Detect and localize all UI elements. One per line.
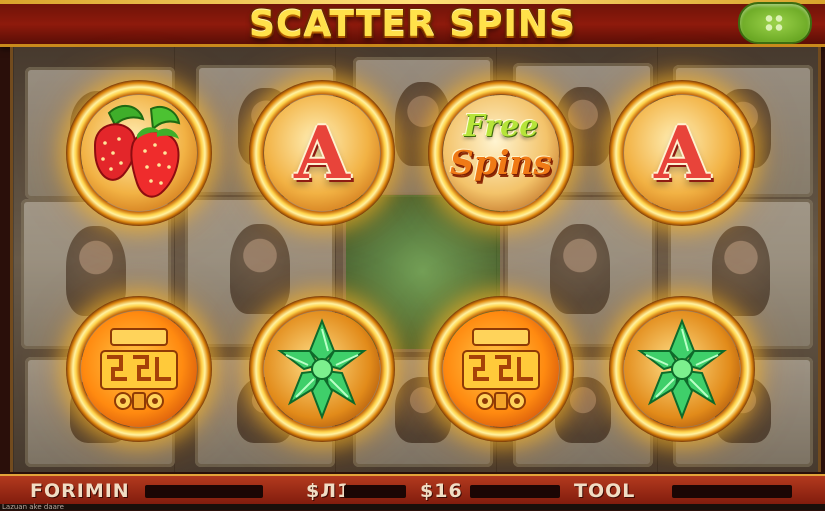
free-label: Free (463, 109, 539, 144)
symbol-strawberry (66, 80, 212, 226)
symbol-green-gem (609, 296, 755, 442)
bottom-label-1: FORIMIN (30, 480, 130, 502)
portrait-icon (550, 224, 610, 314)
green-gem-icon (637, 318, 727, 420)
top-banner: SCATTER SPINS (0, 0, 825, 47)
spins-label: Spins (449, 143, 552, 182)
game-title: SCATTER SPINS (249, 4, 576, 45)
bet-display (344, 485, 406, 498)
total-display (672, 485, 792, 498)
green-gem-icon (277, 318, 367, 420)
bottom-label-3: $16 (420, 480, 463, 502)
win-display (470, 485, 560, 498)
symbol-aztec-mask (66, 296, 212, 442)
letter-a-label: A (294, 110, 350, 195)
symbol-green-gem (249, 296, 395, 442)
portrait-icon (230, 224, 290, 314)
symbol-letter-a: A (249, 80, 395, 226)
strawberry-icon (93, 104, 181, 198)
symbol-letter-a: A (609, 80, 755, 226)
footer-strip (0, 504, 825, 510)
grid-dots-icon (764, 14, 784, 32)
balance-display (145, 485, 263, 498)
symbol-aztec-mask (428, 296, 574, 442)
aztec-mask-icon (100, 328, 178, 410)
symbol-free-spins: Free Spins (428, 80, 574, 226)
menu-button[interactable] (738, 2, 812, 44)
letter-a-label: A (654, 110, 710, 195)
aztec-mask-icon (462, 328, 540, 410)
bottom-bar: FORIMIN $Л1 $16 TOOL (0, 474, 825, 506)
portrait-icon (711, 226, 770, 316)
bottom-label-4: TOOL (574, 480, 636, 502)
